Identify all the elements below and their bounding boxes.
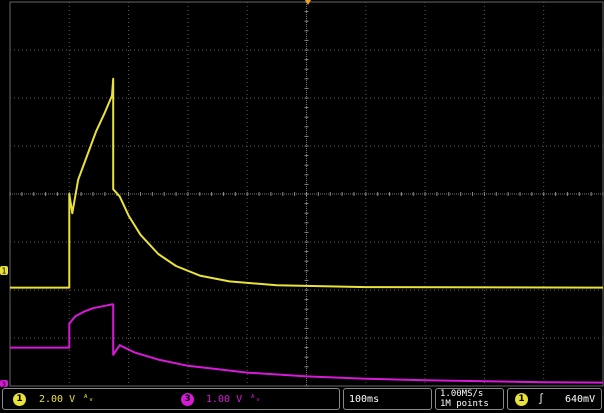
ch3-badge[interactable]: 3 (181, 393, 194, 406)
timebase-panel[interactable]: 100ms (343, 388, 432, 410)
ch1-ground-marker[interactable]: 1 (0, 266, 8, 276)
ch3-scale[interactable]: 1.00 V (206, 393, 242, 406)
waveform-screen: 1 3 (0, 0, 604, 387)
ch3-bandwidth-limit-icon: ᴬᵥ (250, 394, 261, 404)
trigger-level[interactable]: 640mV (565, 393, 595, 406)
rising-edge-icon: ∫ (538, 394, 545, 405)
oscilloscope-display: 1 3 1 2.00 V ᴬᵥ 3 1.00 V ᴬᵥ 100ms 1.00MS… (0, 0, 604, 413)
record-length: 1M points (440, 399, 489, 409)
ch1-bandwidth-limit-icon: ᴬᵥ (83, 394, 94, 404)
acquisition-panel[interactable]: 1.00MS/s 1M points (435, 388, 504, 410)
trigger-source-badge[interactable]: 1 (515, 393, 528, 406)
ch1-badge[interactable]: 1 (13, 393, 26, 406)
svg-text:1: 1 (2, 267, 7, 276)
ch1-scale[interactable]: 2.00 V (39, 393, 75, 406)
status-bar: 1 2.00 V ᴬᵥ 3 1.00 V ᴬᵥ 100ms 1.00MS/s 1… (0, 387, 604, 413)
trigger-panel[interactable]: 1 ∫ 640mV (507, 388, 602, 410)
channel-readout-panel[interactable]: 1 2.00 V ᴬᵥ 3 1.00 V ᴬᵥ (2, 388, 340, 410)
ch3-ground-marker[interactable]: 3 (0, 380, 8, 387)
timebase-scale[interactable]: 100ms (349, 393, 379, 406)
